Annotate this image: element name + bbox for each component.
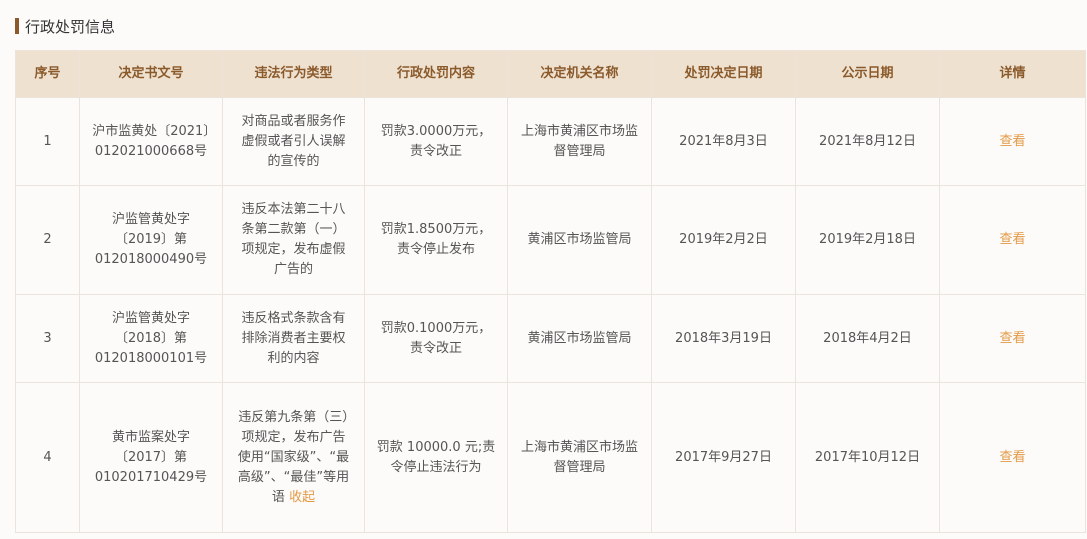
cell-publish-date: 2018年4月2日 [795, 294, 940, 383]
header-penalty: 行政处罚内容 [364, 50, 508, 98]
cell-penalty: 罚款3.0000万元，责令改正 [364, 97, 508, 186]
cell-doc-no: 沪监管黄处字〔2019〕第012018000490号 [79, 185, 223, 295]
cell-detail: 查看 [939, 97, 1086, 186]
header-decision-date: 处罚决定日期 [651, 50, 796, 98]
cell-index: 1 [15, 97, 80, 186]
cell-doc-no: 沪监管黄处字〔2018〕第012018000101号 [79, 294, 223, 383]
cell-decision-date: 2021年8月3日 [651, 97, 796, 186]
cell-index: 4 [15, 382, 80, 533]
cell-detail: 查看 [939, 382, 1086, 533]
cell-penalty: 罚款 10000.0 元;责令停止违法行为 [364, 382, 508, 533]
cell-authority: 黄浦区市场监管局 [507, 294, 652, 383]
penalty-table: 序号 决定书文号 违法行为类型 行政处罚内容 决定机关名称 处罚决定日期 公示日… [15, 50, 1086, 533]
title-accent-bar [15, 18, 19, 34]
cell-doc-no: 沪市监黄处〔2021〕012021000668号 [79, 97, 223, 186]
cell-publish-date: 2021年8月12日 [795, 97, 940, 186]
header-authority: 决定机关名称 [507, 50, 652, 98]
table-row: 2 沪监管黄处字〔2019〕第012018000490号 违反本法第二十八条第二… [15, 185, 1086, 295]
cell-violation: 违反本法第二十八条第二款第（一）项规定，发布虚假广告的 [222, 185, 365, 295]
view-detail-link[interactable]: 查看 [999, 232, 1025, 247]
cell-index: 2 [15, 185, 80, 295]
cell-penalty: 罚款0.1000万元，责令改正 [364, 294, 508, 383]
cell-decision-date: 2019年2月2日 [651, 185, 796, 295]
cell-decision-date: 2017年9月27日 [651, 382, 796, 533]
cell-publish-date: 2017年10月12日 [795, 382, 940, 533]
header-violation: 违法行为类型 [222, 50, 365, 98]
cell-authority: 上海市黄浦区市场监督管理局 [507, 382, 652, 533]
header-publish-date: 公示日期 [795, 50, 940, 98]
cell-violation: 违反第九条第（三）项规定，发布广告使用“国家级”、“最高级”、“最佳”等用语 收… [222, 382, 365, 533]
cell-authority: 上海市黄浦区市场监督管理局 [507, 97, 652, 186]
cell-detail: 查看 [939, 185, 1086, 295]
header-doc-no: 决定书文号 [79, 50, 223, 98]
table-row: 4 黄市监案处字〔2017〕第010201710429号 违反第九条第（三）项规… [15, 382, 1086, 533]
view-detail-link[interactable]: 查看 [999, 331, 1025, 346]
section-title: 行政处罚信息 [15, 15, 115, 37]
table-header-row: 序号 决定书文号 违法行为类型 行政处罚内容 决定机关名称 处罚决定日期 公示日… [15, 50, 1086, 98]
header-detail: 详情 [939, 50, 1086, 98]
cell-penalty: 罚款1.8500万元，责令停止发布 [364, 185, 508, 295]
collapse-link[interactable]: 收起 [289, 490, 315, 505]
cell-index: 3 [15, 294, 80, 383]
cell-doc-no: 黄市监案处字〔2017〕第010201710429号 [79, 382, 223, 533]
view-detail-link[interactable]: 查看 [999, 134, 1025, 149]
table-row: 1 沪市监黄处〔2021〕012021000668号 对商品或者服务作虚假或者引… [15, 97, 1086, 186]
cell-authority: 黄浦区市场监管局 [507, 185, 652, 295]
cell-violation: 对商品或者服务作虚假或者引人误解的宣传的 [222, 97, 365, 186]
header-index: 序号 [15, 50, 80, 98]
cell-detail: 查看 [939, 294, 1086, 383]
cell-violation: 违反格式条款含有排除消费者主要权利的内容 [222, 294, 365, 383]
view-detail-link[interactable]: 查看 [999, 450, 1025, 465]
section-title-text: 行政处罚信息 [25, 17, 116, 36]
cell-decision-date: 2018年3月19日 [651, 294, 796, 383]
table-row: 3 沪监管黄处字〔2018〕第012018000101号 违反格式条款含有排除消… [15, 294, 1086, 383]
cell-publish-date: 2019年2月18日 [795, 185, 940, 295]
